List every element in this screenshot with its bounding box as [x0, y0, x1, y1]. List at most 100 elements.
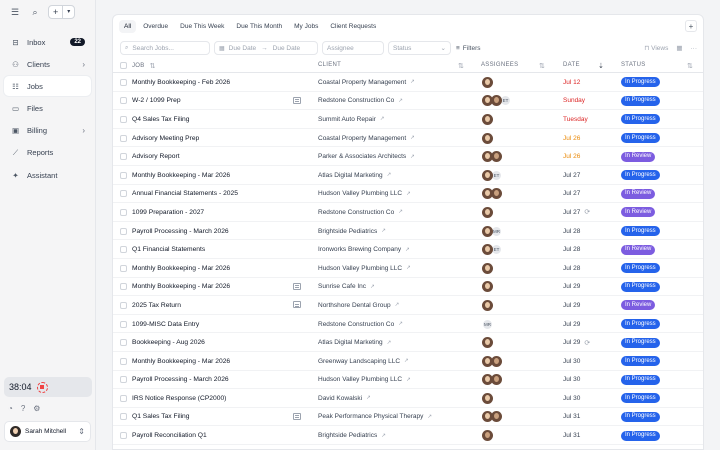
job-name[interactable]: IRS Notice Response (CP2000) — [132, 395, 226, 402]
job-name[interactable]: 1099 Preparation - 2027 — [132, 209, 204, 216]
status-badge[interactable]: In Review — [621, 207, 656, 218]
tab-my-jobs[interactable]: My Jobs — [289, 20, 323, 33]
job-name[interactable]: 1099-MISC Data Entry — [132, 321, 199, 328]
comment-icon[interactable] — [293, 96, 301, 104]
external-link-icon[interactable]: ↗ — [387, 172, 392, 178]
assignees-cell[interactable] — [482, 203, 493, 222]
record-icon[interactable] — [36, 381, 48, 393]
client-name[interactable]: Coastal Property Management — [318, 135, 406, 142]
table-row[interactable]: Q1 Sales Tax Filing Peak Performance Phys… — [113, 408, 703, 427]
table-row[interactable]: Payroll Processing - March 2026 Brightsid… — [113, 222, 703, 241]
table-row[interactable]: Annual Financial Statements - 2025 Hudson… — [113, 185, 703, 204]
row-checkbox[interactable] — [120, 97, 127, 105]
sidebar-item-jobs[interactable]: ☷ Jobs — [4, 76, 91, 97]
assignees-cell[interactable] — [482, 259, 493, 278]
sidebar-item-files[interactable]: ▭ Files — [4, 99, 91, 119]
sort-desc-icon[interactable]: ⇣ — [598, 62, 604, 70]
start-date-field[interactable]: Due Date — [229, 45, 256, 52]
tab-due-this-week[interactable]: Due This Week — [175, 20, 229, 33]
external-link-icon[interactable]: ↗ — [398, 209, 403, 215]
external-link-icon[interactable]: ↗ — [387, 340, 392, 346]
assignees-cell[interactable] — [482, 129, 493, 148]
client-name[interactable]: Coastal Property Management — [318, 79, 406, 86]
row-checkbox[interactable] — [120, 190, 127, 198]
external-link-icon[interactable]: ↗ — [410, 79, 415, 85]
column-date[interactable]: DATE — [563, 62, 580, 68]
table-row[interactable]: Q1 Financial Statements Ironworks Brewing… — [113, 240, 703, 259]
assignees-cell[interactable] — [482, 408, 502, 427]
job-name[interactable]: Monthly Bookkeeping - Feb 2026 — [132, 79, 230, 86]
status-badge[interactable]: In Review — [621, 151, 656, 162]
assignees-cell[interactable] — [482, 426, 493, 445]
external-link-icon[interactable]: ↗ — [395, 302, 400, 308]
status-badge[interactable]: In Progress — [621, 337, 660, 348]
gear-icon[interactable]: ⚙ — [33, 404, 40, 413]
row-checkbox[interactable] — [120, 357, 127, 365]
column-assignees[interactable]: ASSIGNEES — [481, 62, 518, 68]
job-name[interactable]: Payroll Processing - March 2026 — [132, 376, 229, 383]
status-badge[interactable]: In Review — [621, 300, 656, 311]
status-badge[interactable]: In Progress — [621, 77, 660, 88]
row-checkbox[interactable] — [120, 208, 127, 216]
row-checkbox[interactable] — [120, 413, 127, 421]
job-name[interactable]: Q4 Sales Tax Filing — [132, 116, 190, 123]
table-row[interactable]: Monthly Bookkeeping - Feb 2026 Coastal Pr… — [113, 73, 703, 92]
sidebar-item-reports[interactable]: ⟋ Reports — [4, 143, 91, 163]
time-tracker[interactable]: 38:04 — [4, 377, 92, 397]
client-name[interactable]: Hudson Valley Plumbing LLC — [318, 190, 402, 197]
assignees-cell[interactable] — [482, 333, 493, 352]
status-badge[interactable]: In Progress — [621, 133, 660, 144]
clock-icon[interactable]: ◔ — [8, 404, 13, 413]
external-link-icon[interactable]: ↗ — [404, 358, 409, 364]
status-badge[interactable]: In Review — [621, 188, 656, 199]
job-name[interactable]: Bookkeeping - Aug 2026 — [132, 339, 205, 346]
external-link-icon[interactable]: ↗ — [410, 154, 415, 160]
status-badge[interactable]: In Progress — [621, 95, 660, 106]
status-badge[interactable]: In Progress — [621, 281, 660, 292]
end-date-field[interactable]: Due Date — [273, 45, 300, 52]
client-name[interactable]: Hudson Valley Plumbing LLC — [318, 376, 402, 383]
sort-icon[interactable]: ⇅ — [687, 62, 693, 70]
sidebar-item-clients[interactable]: ⚇ Clients › — [4, 54, 91, 74]
tab-all[interactable]: All — [119, 20, 137, 33]
comment-icon[interactable] — [293, 412, 301, 420]
chevron-down-icon[interactable]: ▾ — [62, 6, 74, 18]
row-checkbox[interactable] — [120, 264, 127, 272]
external-link-icon[interactable]: ↗ — [370, 284, 375, 290]
status-badge[interactable]: In Progress — [621, 374, 660, 385]
row-checkbox[interactable] — [120, 394, 127, 402]
job-name[interactable]: Payroll Processing - March 2026 — [132, 228, 229, 235]
table-row[interactable]: Monthly Bookkeeping - Mar 2026 Sunrise Ca… — [113, 278, 703, 297]
status-badge[interactable]: In Progress — [621, 430, 660, 441]
client-name[interactable]: Parker & Associates Architects — [318, 153, 406, 160]
table-row[interactable]: Payroll Reconciliation Q1 Brightside Pedi… — [113, 426, 703, 445]
job-name[interactable]: Monthly Bookkeeping - Mar 2026 — [132, 283, 230, 290]
external-link-icon[interactable]: ↗ — [381, 433, 386, 439]
job-name[interactable]: Advisory Report — [132, 153, 180, 160]
row-checkbox[interactable] — [120, 246, 127, 254]
client-name[interactable]: Sunrise Cafe Inc — [318, 283, 366, 290]
help-icon[interactable]: ? — [21, 404, 25, 413]
status-badge[interactable]: In Review — [621, 244, 656, 255]
row-checkbox[interactable] — [120, 171, 127, 179]
row-checkbox[interactable] — [120, 227, 127, 235]
assignees-cell[interactable]: MR — [482, 222, 502, 241]
sort-icon[interactable]: ⇅ — [458, 62, 464, 70]
search-input[interactable]: ⌕ Search Jobs... — [120, 41, 210, 55]
search-icon[interactable]: ⌕ — [28, 5, 42, 19]
row-checkbox[interactable] — [120, 339, 127, 347]
menu-icon[interactable]: ☰ — [8, 5, 22, 19]
column-job[interactable]: JOB ⇅ — [132, 62, 156, 70]
row-checkbox[interactable] — [120, 283, 127, 291]
sidebar-item-billing[interactable]: ▣ Billing › — [4, 121, 91, 141]
row-checkbox[interactable] — [120, 134, 127, 142]
sort-icon[interactable]: ⇅ — [539, 62, 545, 70]
row-checkbox[interactable] — [120, 115, 127, 123]
user-menu[interactable]: Sarah Mitchell ⇕ — [4, 421, 91, 442]
date-range-picker[interactable]: ▦ Due Date → Due Date — [214, 41, 318, 55]
assignee-filter[interactable]: Assignee — [322, 41, 384, 55]
status-badge[interactable]: In Progress — [621, 170, 660, 181]
external-link-icon[interactable]: ↗ — [427, 414, 432, 420]
table-row[interactable]: Monthly Bookkeeping - Mar 2026 Hudson Val… — [113, 259, 703, 278]
job-name[interactable]: Monthly Bookkeeping - Mar 2026 — [132, 265, 230, 272]
